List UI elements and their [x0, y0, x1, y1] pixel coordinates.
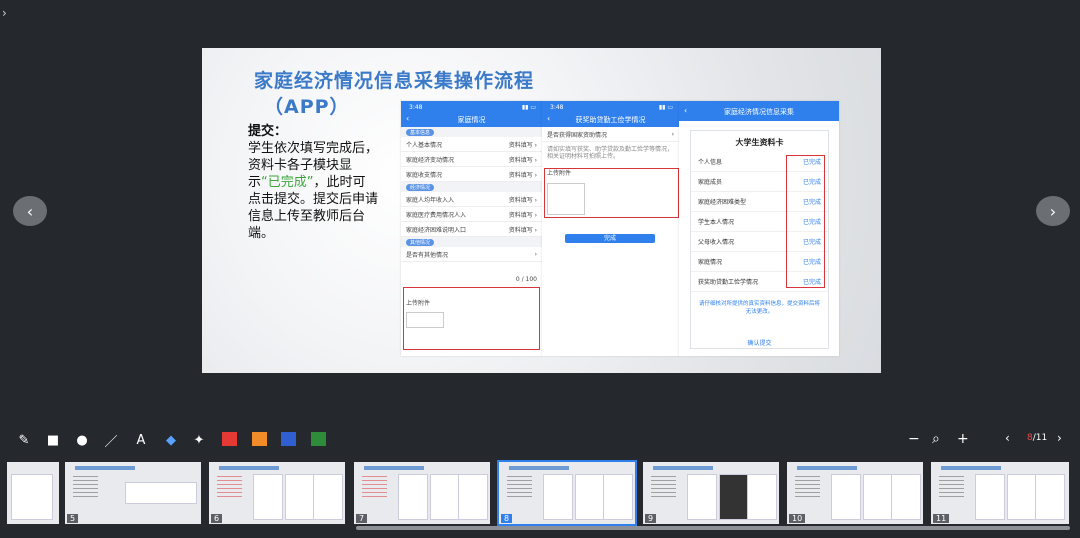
circle-icon[interactable]: ●	[72, 430, 92, 450]
thumbnail-slide[interactable]: 10	[787, 462, 923, 524]
color-green-swatch[interactable]	[311, 432, 326, 446]
highlight-upload-box-2	[544, 168, 679, 218]
chevron-right-icon: ›	[1049, 201, 1057, 221]
rectangle-icon[interactable]: ■	[43, 430, 63, 450]
zoom-out-icon[interactable]: −	[908, 431, 920, 447]
phone-screenshot-award: 3:48 ▮▮ ▭ ‹ 获奖助贷勤工俭学情况 是否获得国家资助情况 › 请如实填写获奖…	[542, 101, 679, 356]
thumbnail-slide[interactable]: 11	[931, 462, 1069, 524]
zoom-search-icon[interactable]: ⌕	[932, 431, 940, 447]
thumbnail-slide[interactable]: 6	[209, 462, 345, 524]
thumbnail-slide[interactable]: 7	[354, 462, 490, 524]
highlight-status-column	[786, 155, 825, 288]
eraser-icon[interactable]: ◆	[161, 430, 181, 450]
thumbnail-scrollbar[interactable]	[356, 526, 1070, 530]
clear-brush-icon[interactable]: ✦	[189, 430, 209, 450]
thumbnail-slide[interactable]: 9	[643, 462, 779, 524]
thumbnail-slide-selected[interactable]: 8	[497, 460, 637, 526]
highlight-upload-box	[403, 287, 540, 350]
text-tool-icon[interactable]: A	[131, 430, 151, 450]
thumbnail-strip: 5 6 7 8 9 10 11	[0, 459, 1080, 529]
next-slide-button[interactable]: ›	[1036, 196, 1070, 226]
color-blue-swatch[interactable]	[281, 432, 296, 446]
top-chevron-icon[interactable]: ›	[2, 6, 7, 20]
annotation-toolbar: ✎ ■ ● ／ A ◆ ✦ − ⌕ + ‹ 8/11 ›	[0, 426, 1080, 456]
slide-canvas: 家庭经济情况信息采集操作流程 （APP） 提交： 学生依次填写完成后，资料卡各子…	[202, 48, 881, 373]
prev-slide-button[interactable]: ‹	[13, 196, 47, 226]
phone2-done-button: 完成	[565, 234, 655, 243]
slide-body: 提交： 学生依次填写完成后，资料卡各子模块显示“已完成”，此时可点击提交。提交后…	[248, 124, 379, 241]
thumbnail-slide[interactable]: 5	[65, 462, 201, 524]
thumbnail-slide[interactable]	[7, 462, 59, 524]
chevron-left-icon: ‹	[26, 201, 34, 221]
color-orange-swatch[interactable]	[252, 432, 267, 446]
pen-icon[interactable]: ✎	[14, 430, 34, 450]
zoom-in-icon[interactable]: +	[957, 431, 969, 447]
next-page-icon[interactable]: ›	[1057, 431, 1062, 445]
prev-page-icon[interactable]: ‹	[1005, 431, 1010, 445]
line-icon[interactable]: ／	[101, 430, 121, 450]
page-indicator: 8/11	[1027, 433, 1048, 443]
color-red-swatch[interactable]	[222, 432, 237, 446]
